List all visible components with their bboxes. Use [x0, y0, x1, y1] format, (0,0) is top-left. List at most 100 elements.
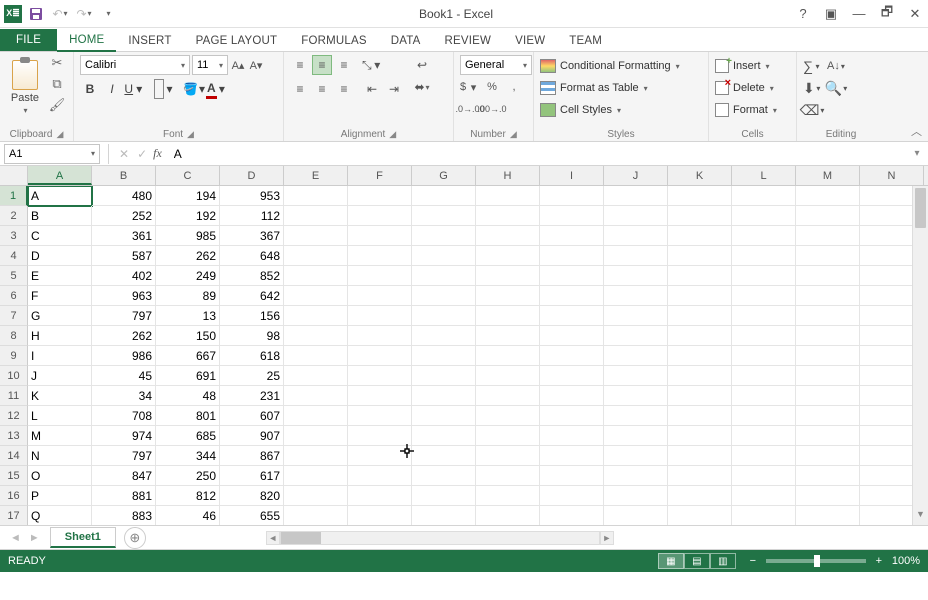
cell[interactable]: M — [28, 426, 92, 446]
cell[interactable]: 344 — [156, 446, 220, 466]
undo-icon[interactable]: ↶▾ — [50, 4, 70, 24]
cell[interactable] — [540, 346, 604, 366]
cell[interactable] — [668, 486, 732, 506]
cell[interactable] — [540, 246, 604, 266]
fx-icon[interactable]: fx — [153, 146, 162, 161]
align-left-icon[interactable]: ≡ — [290, 79, 310, 99]
italic-button[interactable]: I — [102, 79, 122, 99]
cell[interactable] — [540, 406, 604, 426]
column-header[interactable]: N — [860, 166, 924, 185]
cell[interactable] — [668, 266, 732, 286]
tab-page-layout[interactable]: PAGE LAYOUT — [184, 31, 290, 51]
cell[interactable] — [540, 386, 604, 406]
fill-icon[interactable]: ⬇▾ — [803, 80, 821, 97]
cell[interactable]: E — [28, 266, 92, 286]
column-header[interactable]: I — [540, 166, 604, 185]
cell[interactable] — [476, 426, 540, 446]
cell[interactable] — [732, 466, 796, 486]
delete-cells-button[interactable]: Delete▾ — [715, 77, 790, 99]
cell[interactable] — [348, 426, 412, 446]
column-header[interactable]: J — [604, 166, 668, 185]
cell[interactable] — [412, 446, 476, 466]
cell[interactable] — [476, 266, 540, 286]
cell[interactable]: 249 — [156, 266, 220, 286]
cell[interactable] — [412, 486, 476, 506]
row-header[interactable]: 6 — [0, 286, 28, 306]
cell[interactable]: N — [28, 446, 92, 466]
cell[interactable] — [284, 286, 348, 306]
cell[interactable] — [476, 246, 540, 266]
cell-styles-button[interactable]: Cell Styles▾ — [540, 99, 702, 121]
cell[interactable] — [476, 186, 540, 206]
v-scroll-down-icon[interactable]: ▼ — [913, 509, 928, 523]
cell[interactable] — [796, 466, 860, 486]
cell[interactable] — [668, 426, 732, 446]
cell[interactable]: 250 — [156, 466, 220, 486]
cell[interactable] — [732, 306, 796, 326]
minimize-icon[interactable]: — — [850, 6, 868, 21]
cell[interactable] — [476, 326, 540, 346]
copy-icon[interactable]: ⧉ — [48, 76, 66, 94]
cell[interactable] — [348, 466, 412, 486]
row-header[interactable]: 8 — [0, 326, 28, 346]
cell[interactable] — [732, 286, 796, 306]
cell[interactable] — [540, 286, 604, 306]
page-break-view-icon[interactable]: ▥ — [710, 553, 736, 569]
cell[interactable] — [476, 346, 540, 366]
cell[interactable] — [732, 366, 796, 386]
v-scroll-thumb[interactable] — [915, 188, 926, 228]
restore-icon[interactable]: 🗗 — [878, 3, 896, 25]
cell[interactable]: 112 — [220, 206, 284, 226]
h-scroll-left-icon[interactable]: ◄ — [266, 531, 280, 545]
cell[interactable] — [476, 206, 540, 226]
cell[interactable] — [604, 386, 668, 406]
row-header[interactable]: 15 — [0, 466, 28, 486]
cell[interactable] — [732, 206, 796, 226]
cell[interactable] — [668, 446, 732, 466]
column-header[interactable]: E — [284, 166, 348, 185]
add-sheet-button[interactable]: ⊕ — [124, 527, 146, 549]
cell[interactable]: 25 — [220, 366, 284, 386]
row-header[interactable]: 5 — [0, 266, 28, 286]
sheet-tab-active[interactable]: Sheet1 — [50, 527, 116, 548]
cell[interactable] — [540, 326, 604, 346]
align-right-icon[interactable]: ≡ — [334, 79, 354, 99]
align-bottom-icon[interactable]: ≡ — [334, 55, 354, 75]
accounting-format-icon[interactable]: $▾ — [460, 77, 480, 97]
row-header[interactable]: 11 — [0, 386, 28, 406]
cell[interactable] — [348, 346, 412, 366]
cell[interactable]: 847 — [92, 466, 156, 486]
cell[interactable] — [412, 346, 476, 366]
cell[interactable] — [604, 266, 668, 286]
cell[interactable] — [284, 206, 348, 226]
cell[interactable] — [476, 446, 540, 466]
cell[interactable] — [284, 506, 348, 526]
cell[interactable] — [412, 326, 476, 346]
cell[interactable] — [348, 366, 412, 386]
cell[interactable] — [412, 306, 476, 326]
cell[interactable] — [348, 406, 412, 426]
collapse-ribbon-icon[interactable]: ︿ — [911, 123, 922, 139]
font-color-button[interactable]: A▾ — [206, 79, 226, 99]
cell[interactable]: 231 — [220, 386, 284, 406]
excel-app-icon[interactable]: X≣ — [4, 5, 22, 23]
cell[interactable]: 89 — [156, 286, 220, 306]
cell[interactable] — [732, 266, 796, 286]
cell[interactable] — [476, 366, 540, 386]
cell[interactable] — [284, 246, 348, 266]
cell[interactable] — [668, 186, 732, 206]
align-top-icon[interactable]: ≡ — [290, 55, 310, 75]
cell[interactable] — [604, 366, 668, 386]
cell[interactable]: 907 — [220, 426, 284, 446]
cell[interactable] — [796, 346, 860, 366]
cell[interactable] — [284, 466, 348, 486]
cell[interactable] — [412, 226, 476, 246]
cell[interactable] — [412, 406, 476, 426]
cell[interactable] — [604, 206, 668, 226]
cell[interactable] — [668, 366, 732, 386]
cell[interactable] — [540, 446, 604, 466]
cell[interactable]: 963 — [92, 286, 156, 306]
cell[interactable]: 48 — [156, 386, 220, 406]
cell[interactable] — [796, 406, 860, 426]
tab-insert[interactable]: INSERT — [116, 31, 183, 51]
